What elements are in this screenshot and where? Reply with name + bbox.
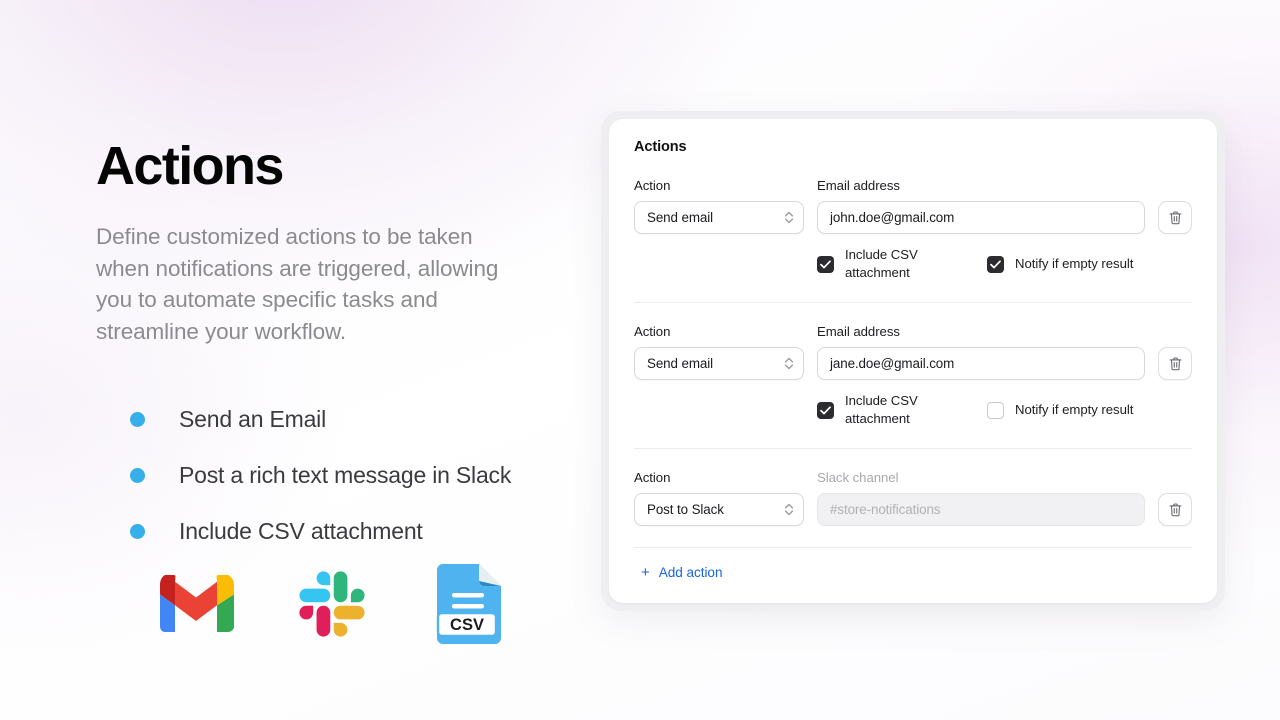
checkbox-label: Include CSV attachment xyxy=(845,393,918,426)
action-type-field: Action Post to Slack xyxy=(634,470,804,526)
trash-icon xyxy=(1169,503,1181,516)
page-title: Actions xyxy=(96,136,284,196)
card-title: Actions xyxy=(634,139,687,155)
trash-icon xyxy=(1169,211,1181,224)
action-options: Include CSV attachment Notify if empty r… xyxy=(634,392,1192,428)
footer-divider xyxy=(634,547,1192,548)
checkbox-box-checked xyxy=(987,255,1004,273)
email-address-field: Email address jane.doe@gmail.com xyxy=(817,324,1145,380)
chevron-updown-icon xyxy=(783,210,794,225)
feature-label: Include CSV attachment xyxy=(179,517,423,544)
slack-channel-field: Slack channel #store-notifications xyxy=(817,470,1145,526)
action-type-value: Post to Slack xyxy=(647,502,724,517)
email-address-label: Email address xyxy=(817,324,900,339)
csv-file-logo: CSV xyxy=(424,560,512,648)
gmail-logo xyxy=(152,560,240,648)
actions-card-frame: Actions Action Send email Email address … xyxy=(601,111,1225,611)
notify-empty-checkbox[interactable]: Notify if empty result xyxy=(987,401,1133,419)
add-action-button[interactable]: + Add action xyxy=(634,548,723,581)
checkbox-box-checked xyxy=(817,401,834,419)
action-options: Include CSV attachment Notify if empty r… xyxy=(634,246,1192,282)
check-icon xyxy=(820,405,831,414)
integration-logos: CSV xyxy=(152,560,512,648)
page-root: Actions Define customized actions to be … xyxy=(0,0,1280,720)
action-type-label: Action xyxy=(634,324,671,339)
action-type-select[interactable]: Send email xyxy=(634,347,804,380)
email-address-input[interactable]: jane.doe@gmail.com xyxy=(817,347,1145,380)
bullet-dot-icon xyxy=(130,467,145,483)
slack-logo xyxy=(288,560,376,648)
delete-action-button[interactable] xyxy=(1158,493,1192,526)
action-type-select[interactable]: Send email xyxy=(634,201,804,234)
action-type-value: Send email xyxy=(647,356,713,371)
check-icon xyxy=(990,259,1001,268)
slack-channel-input[interactable]: #store-notifications xyxy=(817,493,1145,526)
action-row: Action Post to Slack Slack channel #stor… xyxy=(634,449,1192,548)
action-type-field: Action Send email xyxy=(634,324,804,380)
include-csv-checkbox[interactable]: Include CSV attachment xyxy=(817,246,987,282)
chevron-updown-icon xyxy=(783,502,794,517)
list-item: Post a rich text message in Slack xyxy=(96,447,566,503)
slack-channel-label: Slack channel xyxy=(817,470,899,485)
delete-action-button[interactable] xyxy=(1158,347,1192,380)
action-type-label: Action xyxy=(634,178,671,193)
action-type-select[interactable]: Post to Slack xyxy=(634,493,804,526)
email-address-input[interactable]: john.doe@gmail.com xyxy=(817,201,1145,234)
feature-label: Post a rich text message in Slack xyxy=(179,461,512,488)
action-type-label: Action xyxy=(634,470,671,485)
checkbox-box-unchecked xyxy=(987,401,1004,419)
actions-card: Actions Action Send email Email address … xyxy=(609,119,1217,603)
csv-badge-text: CSV xyxy=(450,616,484,634)
action-type-field: Action Send email xyxy=(634,178,804,234)
action-row: Action Send email Email xyxy=(634,157,1192,303)
notify-empty-checkbox[interactable]: Notify if empty result xyxy=(987,255,1133,273)
action-row: Action Send email Email xyxy=(634,303,1192,449)
feature-label: Send an Email xyxy=(179,405,326,432)
checkbox-label: Notify if empty result xyxy=(1015,256,1134,271)
list-item: Send an Email xyxy=(96,391,566,447)
bullet-dot-icon xyxy=(130,523,145,539)
plus-icon: + xyxy=(641,564,650,581)
email-address-field: Email address john.doe@gmail.com xyxy=(817,178,1145,234)
list-item: Include CSV attachment xyxy=(96,503,566,559)
trash-icon xyxy=(1169,357,1181,370)
delete-action-button[interactable] xyxy=(1158,201,1192,234)
checkbox-label: Include CSV attachment xyxy=(845,247,918,280)
feature-list: Send an Email Post a rich text message i… xyxy=(96,391,566,559)
chevron-updown-icon xyxy=(783,356,794,371)
checkbox-box-checked xyxy=(817,255,834,273)
checkbox-label: Notify if empty result xyxy=(1015,402,1134,417)
include-csv-checkbox[interactable]: Include CSV attachment xyxy=(817,392,987,428)
check-icon xyxy=(820,259,831,268)
email-address-label: Email address xyxy=(817,178,900,193)
hero-section: Actions Define customized actions to be … xyxy=(96,136,566,559)
action-type-value: Send email xyxy=(647,210,713,225)
add-action-label: Add action xyxy=(658,565,723,580)
bullet-dot-icon xyxy=(130,411,145,427)
page-subtitle: Define customized actions to be taken wh… xyxy=(96,224,499,344)
